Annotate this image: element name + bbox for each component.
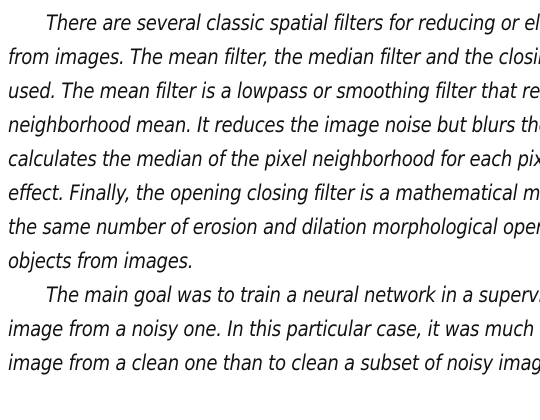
document-page: There are several classic spatial filter… (0, 0, 540, 420)
text-line: image from a noisy one. In this particul… (8, 317, 540, 341)
text-line: neighborhood mean. It reduces the image … (8, 113, 540, 137)
text-line: objects from images. (8, 249, 194, 273)
text-line: There are several classic spatial filter… (46, 11, 540, 35)
text-line: used. The mean filter is a lowpass or sm… (8, 79, 540, 103)
text-line: calculates the median of the pixel neigh… (8, 147, 540, 171)
text-line: image from a clean one than to clean a s… (8, 351, 540, 375)
text-line: The main goal was to train a neural netw… (46, 283, 540, 307)
text-line: the same number of erosion and dilation … (8, 215, 540, 239)
text-line: effect. Finally, the opening closing fil… (8, 181, 540, 205)
text-line: from images. The mean filter, the median… (8, 45, 540, 69)
